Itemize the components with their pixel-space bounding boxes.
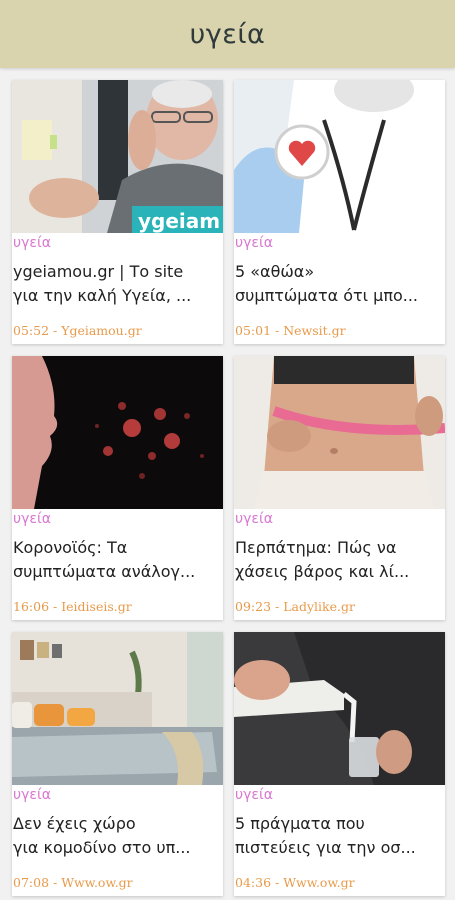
news-card[interactable]: υγεία Περπάτημα: Πώς να χάσεις βάρος και… [234,356,445,620]
svg-text:ygeiam: ygeiam [138,209,220,233]
news-title: 5 «αθώα» συμπτώματα ότι μπο... [235,262,419,305]
news-meta: 09:23 - Ladylike.gr [235,599,355,614]
app-header: υγεία [0,0,455,68]
news-title: 5 πράγματα που πιστεύεις για την οσ... [235,814,416,857]
news-card[interactable]: ygeiam υγεία ygeiamou.gr | Το site για τ… [12,80,223,344]
news-thumbnail: ygeiam [12,80,223,233]
news-card[interactable]: υγεία Δεν έχεις χώρο για κομοδίνο στο υπ… [12,632,223,896]
news-title: Κορονοϊός: Τα συμπτώματα ανάλογ... [13,538,196,581]
news-thumbnail [12,632,223,785]
news-meta: 04:36 - Www.ow.gr [235,875,355,890]
news-thumbnail [12,356,223,509]
news-meta: 07:08 - Www.ow.gr [13,875,133,890]
news-meta: 05:01 - Newsit.gr [235,323,346,338]
news-card[interactable]: υγεία 5 «αθώα» συμπτώματα ότι μπο... 05:… [234,80,445,344]
news-category: υγεία [235,235,273,251]
news-category: υγεία [13,511,51,527]
news-thumbnail [234,356,445,509]
news-category: υγεία [235,787,273,803]
news-card[interactable]: υγεία 5 πράγματα που πιστεύεις για την ο… [234,632,445,896]
news-thumbnail [234,632,445,785]
news-title: Δεν έχεις χώρο για κομοδίνο στο υπ... [13,814,191,857]
news-category: υγεία [13,787,51,803]
page-title: υγεία [189,18,266,50]
news-title: ygeiamou.gr | Το site για την καλή Υγεία… [13,262,192,305]
news-thumbnail [234,80,445,233]
news-category: υγεία [235,511,273,527]
news-meta: 05:52 - Ygeiamou.gr [13,323,142,338]
news-card[interactable]: υγεία Κορονοϊός: Τα συμπτώματα ανάλογ...… [12,356,223,620]
news-category: υγεία [13,235,51,251]
news-title: Περπάτημα: Πώς να χάσεις βάρος και λί... [235,538,410,581]
news-meta: 16:06 - Ieidiseis.gr [13,599,132,614]
